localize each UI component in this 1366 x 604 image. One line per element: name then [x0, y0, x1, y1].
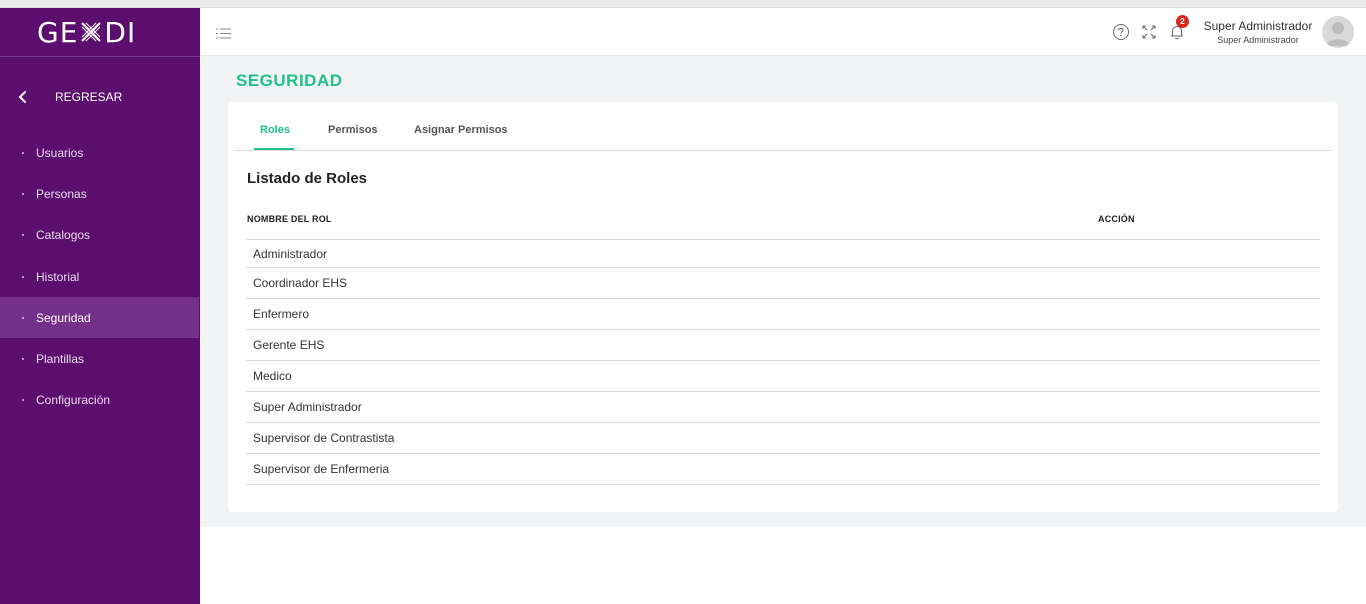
bullet-icon: [22, 358, 24, 361]
sidebar-item-label: Configuración: [36, 393, 111, 408]
table-row[interactable]: Medico: [246, 361, 1320, 392]
sidebar-item-configuracion[interactable]: Configuración: [0, 380, 199, 421]
top-header: 2 Super Administrador Super Administrado…: [200, 8, 1366, 56]
tab-permisos[interactable]: Permisos: [328, 124, 378, 136]
sidebar-item-label: Seguridad: [36, 310, 91, 325]
user-menu[interactable]: Super Administrador Super Administrador: [1202, 19, 1314, 45]
header-actions: 2 Super Administrador Super Administrado…: [1112, 8, 1366, 56]
bullet-icon: [22, 316, 24, 319]
user-role: Super Administrador: [1217, 35, 1299, 45]
logo-mark-icon: [81, 22, 102, 42]
table-row[interactable]: Super Administrador: [246, 392, 1320, 423]
notification-badge: 2: [1176, 15, 1189, 28]
tab-roles[interactable]: Roles: [260, 124, 290, 136]
avatar[interactable]: [1322, 16, 1354, 48]
bullet-icon: [22, 234, 24, 237]
menu-icon[interactable]: [216, 28, 232, 39]
table-row[interactable]: Supervisor de Enfermeria: [246, 454, 1320, 485]
page-title: SEGURIDAD: [236, 71, 343, 90]
sidebar-item-usuarios[interactable]: Usuarios: [0, 132, 199, 173]
bullet-icon: [22, 192, 24, 195]
back-label: REGRESAR: [55, 90, 123, 104]
help-icon[interactable]: [1112, 23, 1130, 41]
sidebar-item-historial[interactable]: Historial: [0, 256, 199, 297]
browser-top-strip: [0, 0, 1366, 8]
logo-text-left: GE: [37, 15, 79, 49]
sidebar-item-label: Historial: [36, 269, 80, 284]
fullscreen-icon[interactable]: [1140, 23, 1158, 41]
tabs: Roles Permisos Asignar Permisos: [234, 102, 1332, 151]
sidebar-item-label: Plantillas: [36, 352, 85, 367]
sidebar-item-plantillas[interactable]: Plantillas: [0, 338, 199, 379]
bullet-icon: [22, 399, 24, 402]
roles-table: Administrador Coordinador EHS Enfermero …: [246, 239, 1320, 485]
table-row[interactable]: Coordinador EHS: [246, 268, 1320, 299]
active-tab-indicator: [254, 148, 294, 150]
sidebar-item-seguridad[interactable]: Seguridad: [0, 297, 199, 339]
bullet-icon: [22, 151, 24, 154]
back-button[interactable]: REGRESAR: [16, 90, 122, 104]
tab-asignar-permisos[interactable]: Asignar Permisos: [414, 124, 508, 136]
sidebar-item-label: Personas: [36, 186, 87, 201]
user-name: Super Administrador: [1203, 19, 1313, 33]
table-row[interactable]: Enfermero: [246, 299, 1320, 330]
table-row[interactable]: Administrador: [246, 240, 1320, 268]
sidebar-item-label: Catalogos: [36, 228, 91, 243]
column-header-nombre: NOMBRE DEL ROL: [247, 214, 332, 224]
sidebar-menu: Usuarios Personas Catalogos Historial Se…: [0, 132, 199, 421]
roles-card: Roles Permisos Asignar Permisos Listado …: [228, 102, 1338, 512]
sidebar: GE DI REGRESAR Usuarios Personas Catalog…: [0, 8, 200, 604]
sidebar-item-catalogos[interactable]: Catalogos: [0, 215, 199, 256]
section-title: Listado de Roles: [247, 170, 368, 187]
bullet-icon: [22, 275, 24, 278]
notifications-button[interactable]: 2: [1168, 15, 1189, 41]
table-row[interactable]: Supervisor de Contrastista: [246, 423, 1320, 454]
logo-area: GE DI: [0, 8, 200, 57]
sidebar-item-personas[interactable]: Personas: [0, 173, 199, 214]
sidebar-item-label: Usuarios: [36, 145, 84, 160]
chevron-left-icon: [18, 91, 26, 103]
table-row[interactable]: Gerente EHS: [246, 330, 1320, 361]
logo-text-right: DI: [104, 15, 137, 49]
column-header-accion: ACCIÓN: [1098, 214, 1135, 224]
app-logo[interactable]: GE DI: [37, 16, 136, 49]
user-avatar-icon: [1326, 22, 1350, 46]
